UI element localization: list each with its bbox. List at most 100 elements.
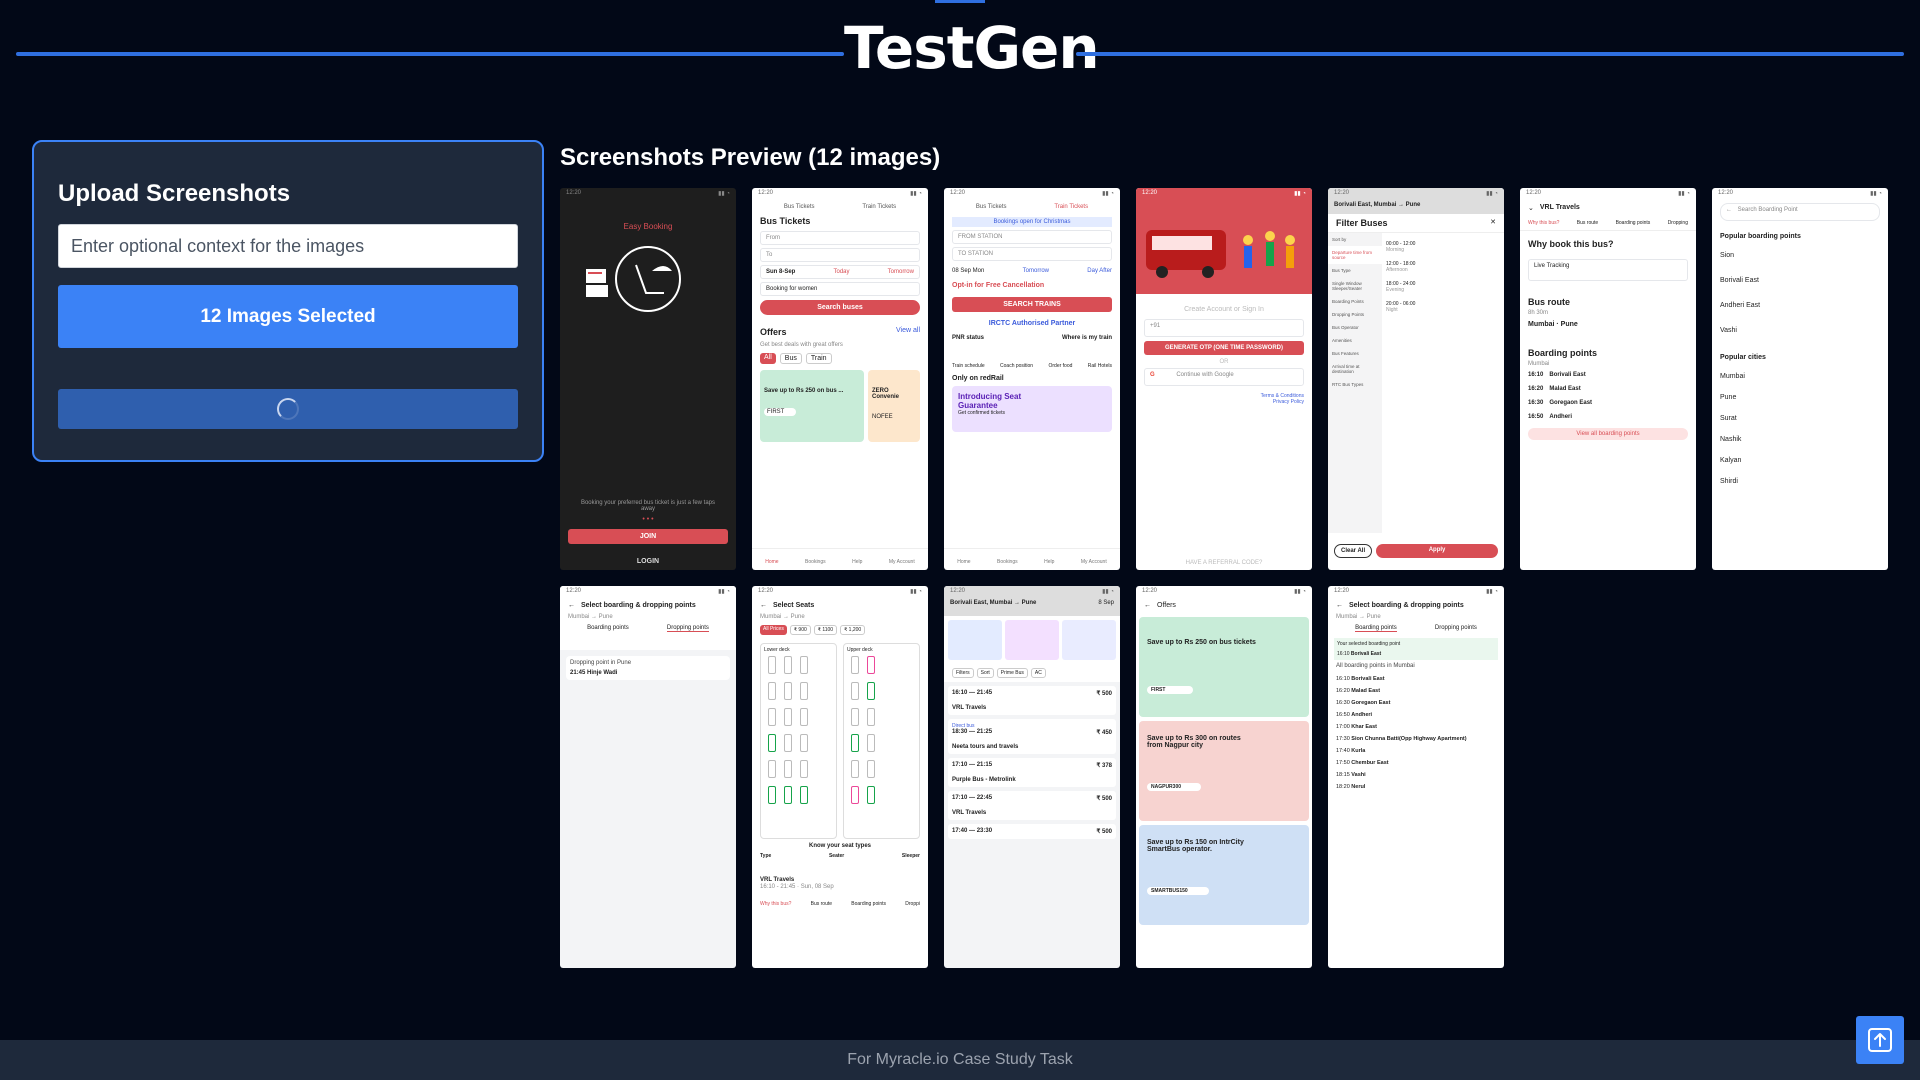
filter-category[interactable]: Departure time from source: [1328, 246, 1382, 264]
live-tracking-card[interactable]: Live Tracking: [1528, 259, 1688, 281]
screenshot-thumb-bus-results[interactable]: 12:20 ▮▮ ◔ Borivali East, Mumbai → Pune 8…: [944, 586, 1120, 968]
screenshot-thumb-bus-tickets[interactable]: 12:20 ▮▮ ◔ Bus Tickets Train Tickets Bus …: [752, 188, 928, 570]
tomorrow-chip[interactable]: Tomorrow: [1023, 268, 1049, 274]
tab-bus-tickets[interactable]: Bus Tickets: [976, 204, 1007, 210]
screenshot-thumb-select-seats[interactable]: 12:20 ▮▮ ◔ ← Select Seats Mumbai → Pune A…: [752, 586, 928, 968]
privacy-link[interactable]: Privacy Policy: [1273, 399, 1304, 405]
time-slot[interactable]: 00:00 - 12:00 Morning: [1386, 237, 1500, 257]
nav-bookings[interactable]: Bookings: [997, 559, 1018, 570]
offer-card[interactable]: Save up to Rs 250 on bus tickets FIRST: [1139, 617, 1309, 717]
boarding-suggestion[interactable]: Sion: [1712, 248, 1888, 263]
search-buses-button[interactable]: Search buses: [760, 300, 920, 315]
seat[interactable]: [867, 734, 875, 752]
back-arrow-icon[interactable]: ←: [1336, 602, 1343, 609]
boarding-point-row[interactable]: 18:15 Vashi: [1336, 772, 1496, 778]
boarding-point-row[interactable]: 16:10 Borivali East: [1336, 676, 1496, 682]
seat[interactable]: [768, 656, 776, 674]
city-suggestion[interactable]: Kalyan: [1712, 453, 1888, 468]
filter-category[interactable]: Dropping Points: [1328, 308, 1382, 321]
screenshot-thumb-filter-buses[interactable]: 12:20 ▮▮ ◔ Borivali East, Mumbai → Pune F…: [1328, 188, 1504, 570]
boarding-point-row[interactable]: 16:50 Andheri: [1336, 712, 1496, 718]
bus-result-card[interactable]: 16:10 — 21:45 ₹ 500 VRL Travels: [948, 686, 1116, 715]
filter-all[interactable]: All: [760, 353, 776, 364]
price-filter[interactable]: ₹ 1100: [813, 625, 838, 635]
filter-category[interactable]: RTC Bus Types: [1328, 378, 1382, 391]
tab-boarding-points[interactable]: Boarding points: [851, 901, 886, 907]
google-button[interactable]: G Continue with Google: [1144, 368, 1304, 386]
to-field[interactable]: To: [760, 248, 920, 262]
seat[interactable]: [851, 656, 859, 674]
bus-result-card[interactable]: Direct bus 18:30 — 21:25 ₹ 450 Neeta tour…: [948, 719, 1116, 754]
promo-tile[interactable]: [1005, 620, 1059, 660]
seat[interactable]: [784, 656, 792, 674]
screenshot-thumb-bus-detail[interactable]: 12:20 ▮▮ ◔ ⌄ VRL Travels Why this bus? Bu…: [1520, 188, 1696, 570]
time-slot[interactable]: 12:00 - 18:00 Afternoon: [1386, 257, 1500, 277]
screenshot-thumb-dropping-points[interactable]: 12:20 ▮▮ ◔ ← Select boarding & dropping p…: [560, 586, 736, 968]
back-arrow-icon[interactable]: ←: [1726, 207, 1732, 213]
search-boarding-input[interactable]: ← Search Boarding Point: [1720, 203, 1880, 221]
tab-dropping[interactable]: Droppi: [905, 901, 920, 907]
filter-train[interactable]: Train: [805, 353, 832, 364]
boarding-point-row[interactable]: 17:40 Kurla: [1336, 748, 1496, 754]
offer-card[interactable]: Save up to Rs 250 on bus ... FIRST: [760, 370, 864, 442]
boarding-point-row[interactable]: 17:50 Chembur East: [1336, 760, 1496, 766]
time-slot[interactable]: 18:00 - 24:00 Evening: [1386, 277, 1500, 297]
boarding-suggestion[interactable]: Borivali East: [1712, 273, 1888, 288]
tab-bus-route[interactable]: Bus route: [1577, 220, 1598, 226]
bus-result-card[interactable]: 17:40 — 23:30 ₹ 500: [948, 824, 1116, 839]
boarding-suggestion[interactable]: Vashi: [1712, 323, 1888, 338]
seat[interactable]: [800, 760, 808, 778]
women-toggle[interactable]: Booking for women: [760, 282, 920, 296]
seat[interactable]: [800, 734, 808, 752]
price-filter[interactable]: ₹ 1,200: [840, 625, 866, 635]
prime-bus-chip[interactable]: Prime Bus: [996, 668, 1028, 678]
selected-boarding-card[interactable]: Your selected boarding point 16:10 Boriv…: [1334, 638, 1498, 660]
bus-result-card[interactable]: 17:10 — 21:15 ₹ 378 Purple Bus - Metrolin…: [948, 758, 1116, 787]
seat[interactable]: [768, 682, 776, 700]
screenshot-thumb-splash[interactable]: 12:20 ▮▮ ◔ Easy Booking Booking your pref…: [560, 188, 736, 570]
ac-chip[interactable]: AC: [1030, 668, 1046, 678]
seat[interactable]: [784, 734, 792, 752]
nav-help[interactable]: Help: [1044, 559, 1054, 570]
tab-bus-tickets[interactable]: Bus Tickets: [784, 204, 815, 210]
promo-tile[interactable]: [948, 620, 1002, 660]
screenshot-thumb-search-boarding[interactable]: 12:20 ▮▮ ◔ ← Search Boarding Point Popula…: [1712, 188, 1888, 570]
where-is-my-train-tile[interactable]: Where is my train: [1062, 335, 1112, 341]
seat[interactable]: [867, 682, 875, 700]
boarding-point-row[interactable]: 16:20 Malad East: [1336, 688, 1496, 694]
close-icon[interactable]: ✕: [1490, 218, 1496, 228]
seat[interactable]: [851, 786, 859, 804]
date-value[interactable]: 08 Sep Mon: [952, 268, 984, 274]
offer-card[interactable]: Save up to Rs 150 on IntrCity SmartBus o…: [1139, 825, 1309, 925]
tab-boarding-points[interactable]: Boarding points: [1616, 220, 1651, 226]
offer-card[interactable]: Save up to Rs 300 on routes from Nagpur …: [1139, 721, 1309, 821]
city-suggestion[interactable]: Pune: [1712, 390, 1888, 405]
rail-hotels-tile[interactable]: Rail Hotels: [1088, 363, 1112, 369]
screenshot-thumb-train-tickets[interactable]: 12:20 ▮▮ ◔ Bus Tickets Train Tickets Book…: [944, 188, 1120, 570]
seat[interactable]: [851, 708, 859, 726]
boarding-suggestion[interactable]: Andheri East: [1712, 298, 1888, 313]
tab-dropping[interactable]: Dropping: [1668, 220, 1688, 226]
filter-category[interactable]: Bus Features: [1328, 347, 1382, 360]
seat-guarantee-promo[interactable]: Introducing Seat Guarantee Get confirmed…: [952, 386, 1112, 432]
seat[interactable]: [867, 708, 875, 726]
order-food-tile[interactable]: Order food: [1048, 363, 1072, 369]
seat[interactable]: [867, 656, 875, 674]
seat[interactable]: [768, 786, 776, 804]
referral-code-link[interactable]: HAVE A REFERRAL CODE?: [1136, 560, 1312, 566]
from-field[interactable]: From: [760, 231, 920, 245]
nav-bookings[interactable]: Bookings: [805, 559, 826, 570]
filter-category[interactable]: Arrival time at destination: [1328, 360, 1382, 378]
boarding-point-row[interactable]: 17:30 Sion Chunna Batti(Opp Highway Apar…: [1336, 736, 1496, 742]
seat[interactable]: [784, 682, 792, 700]
seat[interactable]: [800, 656, 808, 674]
bus-result-card[interactable]: 17:10 — 22:45 ₹ 500 VRL Travels: [948, 791, 1116, 820]
seat[interactable]: [768, 760, 776, 778]
time-slot[interactable]: 20:00 - 06:00 Night: [1386, 297, 1500, 317]
to-station-field[interactable]: TO STATION: [952, 247, 1112, 261]
view-all-link[interactable]: View all: [896, 327, 920, 337]
offer-card[interactable]: ZERO Convenie NOFEE: [868, 370, 920, 442]
tab-bus-route[interactable]: Bus route: [811, 901, 832, 907]
nav-home[interactable]: Home: [957, 559, 970, 570]
pnr-status-tile[interactable]: PNR status: [952, 335, 984, 341]
